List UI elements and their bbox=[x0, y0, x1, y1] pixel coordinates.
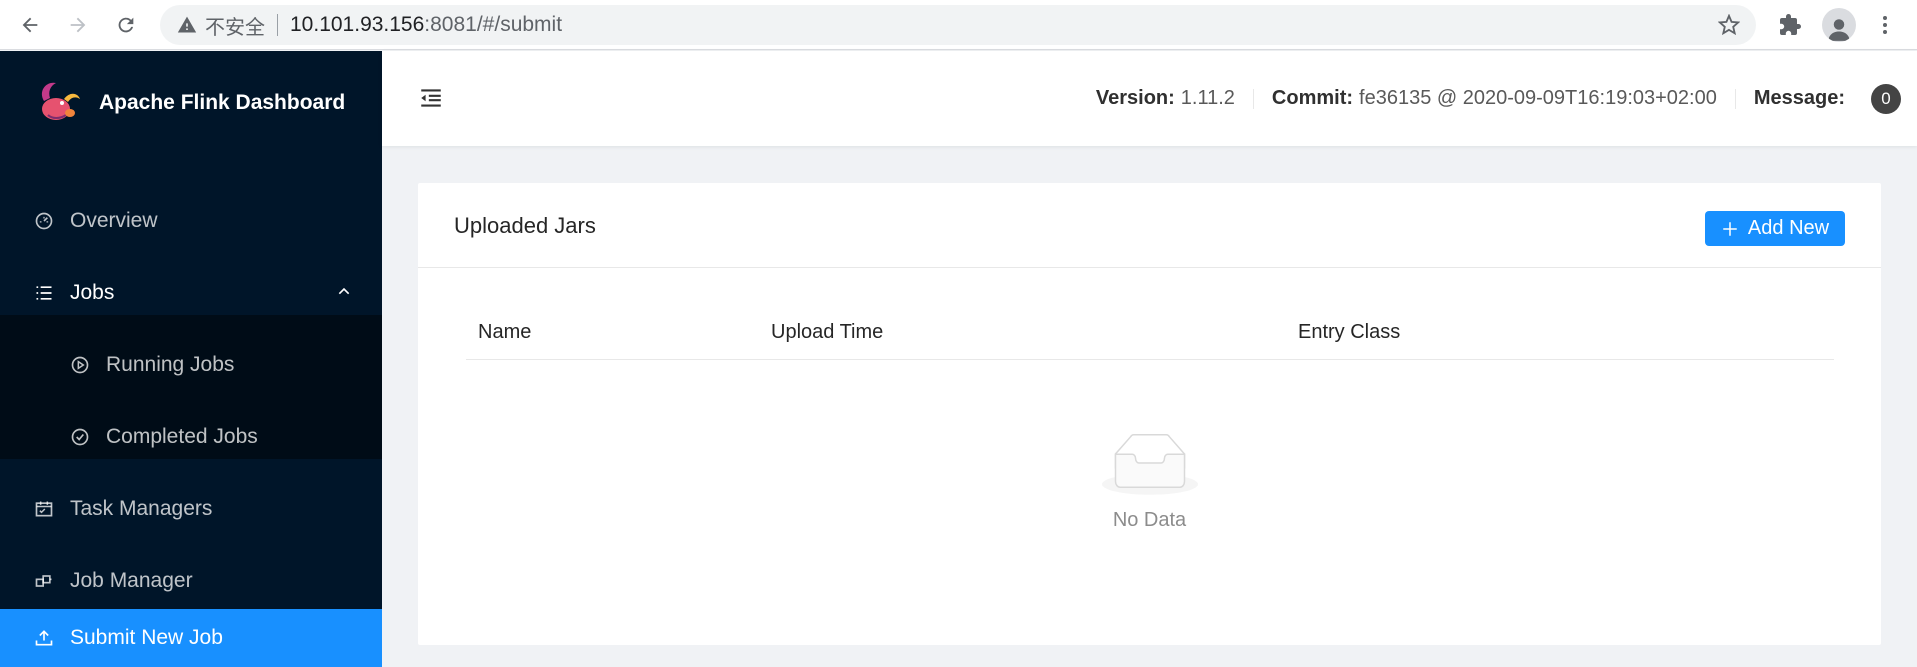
sidebar-item-label: Running Jobs bbox=[106, 353, 235, 376]
sidebar-item-label: Task Managers bbox=[70, 497, 213, 520]
commit-value: fe36135 @ 2020-09-09T16:19:03+02:00 bbox=[1359, 87, 1717, 109]
forward-button[interactable] bbox=[62, 9, 94, 41]
add-new-button[interactable]: Add New bbox=[1705, 211, 1845, 246]
schedule-icon bbox=[35, 501, 53, 517]
chevron-up-icon bbox=[338, 287, 350, 295]
version-value: 1.11.2 bbox=[1180, 87, 1235, 109]
more-vert-icon bbox=[1883, 16, 1887, 34]
app-title: Apache Flink Dashboard bbox=[99, 91, 346, 114]
top-header: Version: 1.11.2 Commit: fe36135 @ 2020-0… bbox=[382, 51, 1917, 146]
sidebar-item-jobs[interactable]: Jobs bbox=[0, 257, 382, 329]
sidebar-item-label: Overview bbox=[70, 209, 158, 232]
divider bbox=[277, 14, 278, 36]
message-count-badge[interactable]: 0 bbox=[1871, 83, 1901, 114]
sidebar-item-label: Jobs bbox=[70, 281, 115, 304]
message-key: Message: bbox=[1753, 87, 1845, 109]
version-info: Version: 1.11.2 bbox=[1078, 87, 1253, 110]
warning-icon bbox=[177, 15, 197, 35]
upload-icon bbox=[35, 630, 53, 646]
flink-squirrel-logo bbox=[41, 82, 80, 120]
dashboard-icon bbox=[35, 212, 53, 230]
uploaded-jars-card: Uploaded Jars Add New Name Upload Time E… bbox=[418, 183, 1881, 645]
sidebar-item-submit-new-job[interactable]: Submit New Job bbox=[0, 609, 382, 667]
menu-fold-icon[interactable] bbox=[418, 85, 444, 111]
cluster-icon bbox=[35, 575, 52, 587]
sidebar-item-job-manager[interactable]: Job Manager bbox=[0, 545, 382, 617]
sidebar-item-overview[interactable]: Overview bbox=[0, 185, 382, 257]
commit-key: Commit: bbox=[1271, 87, 1354, 109]
commit-info: Commit: fe36135 @ 2020-09-09T16:19:03+02… bbox=[1254, 87, 1735, 110]
plus-icon bbox=[1723, 221, 1737, 236]
sidebar-item-label: Completed Jobs bbox=[106, 425, 258, 448]
reload-icon bbox=[118, 17, 134, 33]
puzzle-icon bbox=[1780, 14, 1801, 35]
profile-avatar[interactable] bbox=[1822, 8, 1856, 42]
arrow-left-icon bbox=[22, 17, 38, 33]
extensions-button[interactable] bbox=[1775, 10, 1805, 40]
sidebar: Apache Flink Dashboard Overview Jobs Run… bbox=[0, 51, 382, 667]
logo-row[interactable]: Apache Flink Dashboard bbox=[0, 51, 382, 155]
browser-toolbar: 不安全 10.101.93.156 :8081/#/submit bbox=[0, 0, 1917, 50]
table-header: Name Upload Time Entry Class bbox=[466, 303, 1834, 360]
sidebar-item-task-managers[interactable]: Task Managers bbox=[0, 473, 382, 545]
sidebar-item-completed-jobs[interactable]: Completed Jobs bbox=[0, 401, 382, 473]
reload-button[interactable] bbox=[110, 9, 142, 41]
sidebar-item-label: Job Manager bbox=[70, 569, 193, 592]
column-header-entry-class[interactable]: Entry Class bbox=[1298, 321, 1400, 344]
card-title: Uploaded Jars bbox=[454, 213, 596, 238]
sidebar-item-label: Submit New Job bbox=[70, 626, 223, 649]
list-icon bbox=[36, 286, 52, 300]
message-info[interactable]: Message: bbox=[1736, 87, 1851, 110]
security-status[interactable]: 不安全 bbox=[205, 11, 265, 40]
column-header-name[interactable]: Name bbox=[478, 321, 531, 344]
address-bar[interactable]: 不安全 10.101.93.156 :8081/#/submit bbox=[160, 5, 1756, 45]
add-new-label: Add New bbox=[1747, 217, 1830, 239]
no-data-text: No Data bbox=[1112, 509, 1187, 531]
bookmark-star-icon[interactable] bbox=[1717, 13, 1741, 36]
empty-state: No Data bbox=[418, 433, 1881, 532]
back-button[interactable] bbox=[14, 9, 46, 41]
play-circle-icon bbox=[71, 356, 89, 374]
check-circle-icon bbox=[71, 428, 89, 446]
url-path: :8081/#/submit bbox=[424, 13, 563, 36]
sidebar-item-running-jobs[interactable]: Running Jobs bbox=[0, 329, 382, 401]
empty-inbox-icon bbox=[1101, 434, 1198, 495]
header-info: Version: 1.11.2 Commit: fe36135 @ 2020-0… bbox=[1078, 51, 1917, 146]
column-header-upload-time[interactable]: Upload Time bbox=[771, 321, 883, 344]
person-icon bbox=[1828, 19, 1850, 41]
browser-menu-button[interactable] bbox=[1870, 10, 1900, 40]
card-header: Uploaded Jars Add New bbox=[418, 183, 1881, 268]
arrow-right-icon bbox=[70, 17, 86, 33]
url-host: 10.101.93.156 bbox=[290, 13, 425, 36]
version-key: Version: bbox=[1095, 87, 1175, 109]
